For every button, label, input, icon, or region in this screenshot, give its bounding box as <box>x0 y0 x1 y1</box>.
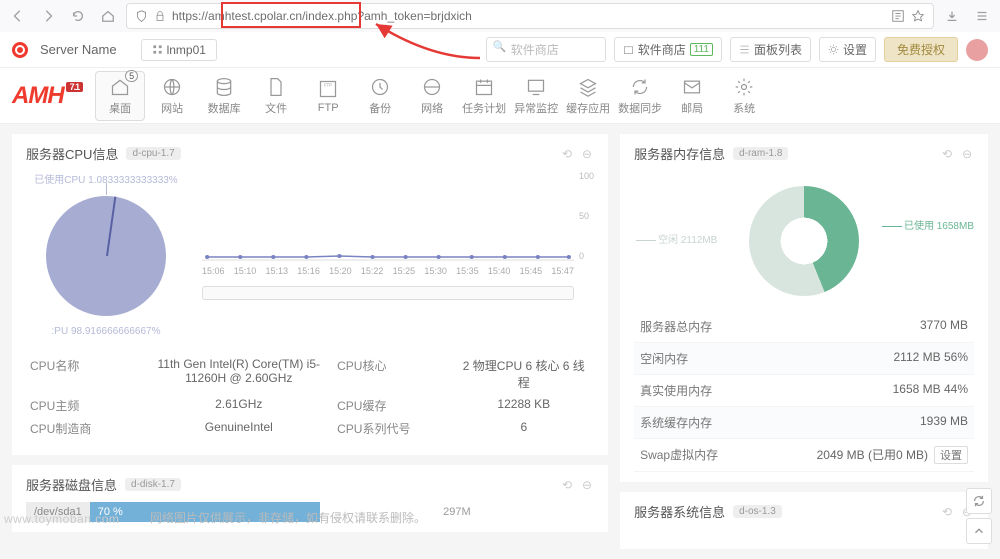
cpu-info-table: CPU名称11th Gen Intel(R) Core(TM) i5-11260… <box>26 349 594 445</box>
swap-settings-button[interactable]: 设置 <box>934 446 968 464</box>
close-icon[interactable]: ⊖ <box>960 147 974 161</box>
database-icon <box>213 76 235 98</box>
nav-files[interactable]: 文件 <box>251 72 301 120</box>
store-badge: 111 <box>690 43 713 56</box>
settings-button[interactable]: 设置 <box>819 37 876 62</box>
watermark: www.toymoban.com <box>4 512 119 526</box>
ftp-icon: FTP <box>317 78 339 100</box>
avatar[interactable] <box>966 39 988 61</box>
package-icon <box>623 44 634 55</box>
nav-desktop[interactable]: 5桌面 <box>95 71 145 121</box>
ram-pie-chart <box>749 186 859 296</box>
file-icon <box>265 76 287 98</box>
nav-ftp[interactable]: FTPFTP <box>303 74 353 118</box>
sync-icon <box>629 76 651 98</box>
refresh-icon[interactable]: ⟲ <box>560 147 574 161</box>
backup-icon <box>369 76 391 98</box>
nav-sync[interactable]: 数据同步 <box>615 72 665 120</box>
gear-icon <box>733 76 755 98</box>
nav-cache[interactable]: 缓存应用 <box>563 72 613 120</box>
refresh-icon[interactable]: ⟲ <box>940 147 954 161</box>
list-icon <box>739 44 750 55</box>
module-tag: d-cpu-1.7 <box>126 147 180 160</box>
chart-scrubber[interactable] <box>202 286 574 300</box>
module-tag: d-os-1.3 <box>733 505 782 518</box>
url-text: https://amhtest.cpolar.cn/index.php?amh_… <box>172 9 472 23</box>
monitor-icon <box>525 76 547 98</box>
panel-list-button[interactable]: 面板列表 <box>730 37 811 62</box>
cpu-free-label: :PU 98.916666666667% <box>26 326 186 337</box>
gear-icon <box>828 44 839 55</box>
nav-mail[interactable]: 邮局 <box>667 72 717 120</box>
mail-icon <box>681 76 703 98</box>
panel-title: 服务器磁盘信息 <box>26 475 117 494</box>
network-icon <box>421 76 443 98</box>
search-input[interactable]: 软件商店 <box>486 37 606 62</box>
menu-button[interactable] <box>970 4 994 28</box>
calendar-icon <box>473 76 495 98</box>
nav-system[interactable]: 系统 <box>719 72 769 120</box>
module-tag: d-disk-1.7 <box>125 478 181 491</box>
globe-icon <box>161 76 183 98</box>
reader-icon[interactable] <box>891 9 905 23</box>
svg-text:FTP: FTP <box>324 82 332 87</box>
close-icon[interactable]: ⊖ <box>580 147 594 161</box>
cpu-used-label: 已使用CPU 1.0833333333333% <box>26 171 186 186</box>
download-icon[interactable] <box>940 4 964 28</box>
cpu-line-chart: 100500 15:0615:1015:1315:1615:2015:2215:… <box>202 171 594 311</box>
lock-icon <box>154 10 166 22</box>
auth-button[interactable]: 免费授权 <box>884 37 958 62</box>
global-refresh-button[interactable] <box>966 488 992 514</box>
refresh-button[interactable] <box>66 4 90 28</box>
panel-title: 服务器系统信息 <box>634 502 725 521</box>
nav-monitor[interactable]: 异常监控 <box>511 72 561 120</box>
layers-icon <box>577 76 599 98</box>
logo-icon <box>12 42 28 58</box>
page-header: Server Name lnmp01 软件商店 软件商店111 面板列表 设置 … <box>0 32 1000 68</box>
home-button[interactable] <box>96 4 120 28</box>
nav-backup[interactable]: 备份 <box>355 72 405 120</box>
env-tag[interactable]: lnmp01 <box>141 39 217 61</box>
ram-free-label: 空闲 2112MB <box>634 231 717 246</box>
grid-icon <box>152 44 163 55</box>
panel-title: 服务器CPU信息 <box>26 144 118 163</box>
nav-database[interactable]: 数据库 <box>199 72 249 120</box>
back-button[interactable] <box>6 4 30 28</box>
bookmark-icon[interactable] <box>911 9 925 23</box>
memory-table: 服务器总内存3770 MB 空闲内存2112 MB 56% 真实使用内存1658… <box>634 311 974 472</box>
cpu-panel: 服务器CPU信息 d-cpu-1.7 ⟲ ⊖ 已使用CPU 1.083333333… <box>12 134 608 455</box>
close-icon[interactable]: ⊖ <box>580 478 594 492</box>
nav-website[interactable]: 网站 <box>147 72 197 120</box>
ram-panel: 服务器内存信息 d-ram-1.8 ⟲ ⊖ 空闲 2112MB 已使用 1658M… <box>620 134 988 482</box>
cpu-pie-chart <box>46 196 166 316</box>
shield-icon <box>135 10 148 23</box>
disclaimer: 网络图片仅供展示，非存储，如有侵权请联系删除。 <box>150 509 426 526</box>
main-nav: AMH7.1 5桌面 网站 数据库 文件 FTPFTP 备份 网络 任务计划 异… <box>0 68 1000 124</box>
nav-cron[interactable]: 任务计划 <box>459 72 509 120</box>
refresh-icon[interactable]: ⟲ <box>940 505 954 519</box>
forward-button[interactable] <box>36 4 60 28</box>
browser-chrome: https://amhtest.cpolar.cn/index.php?amh_… <box>0 0 1000 32</box>
url-bar[interactable]: https://amhtest.cpolar.cn/index.php?amh_… <box>126 3 934 29</box>
ram-used-label: 已使用 1658MB <box>880 217 974 232</box>
scroll-top-button[interactable] <box>966 518 992 544</box>
server-name: Server Name <box>40 42 117 57</box>
refresh-icon[interactable]: ⟲ <box>560 478 574 492</box>
panel-title: 服务器内存信息 <box>634 144 725 163</box>
nav-network[interactable]: 网络 <box>407 72 457 120</box>
store-button[interactable]: 软件商店111 <box>614 37 722 62</box>
amh-logo: AMH7.1 <box>12 82 83 110</box>
system-panel: 服务器系统信息 d-os-1.3 ⟲⊖ <box>620 492 988 549</box>
module-tag: d-ram-1.8 <box>733 147 788 160</box>
